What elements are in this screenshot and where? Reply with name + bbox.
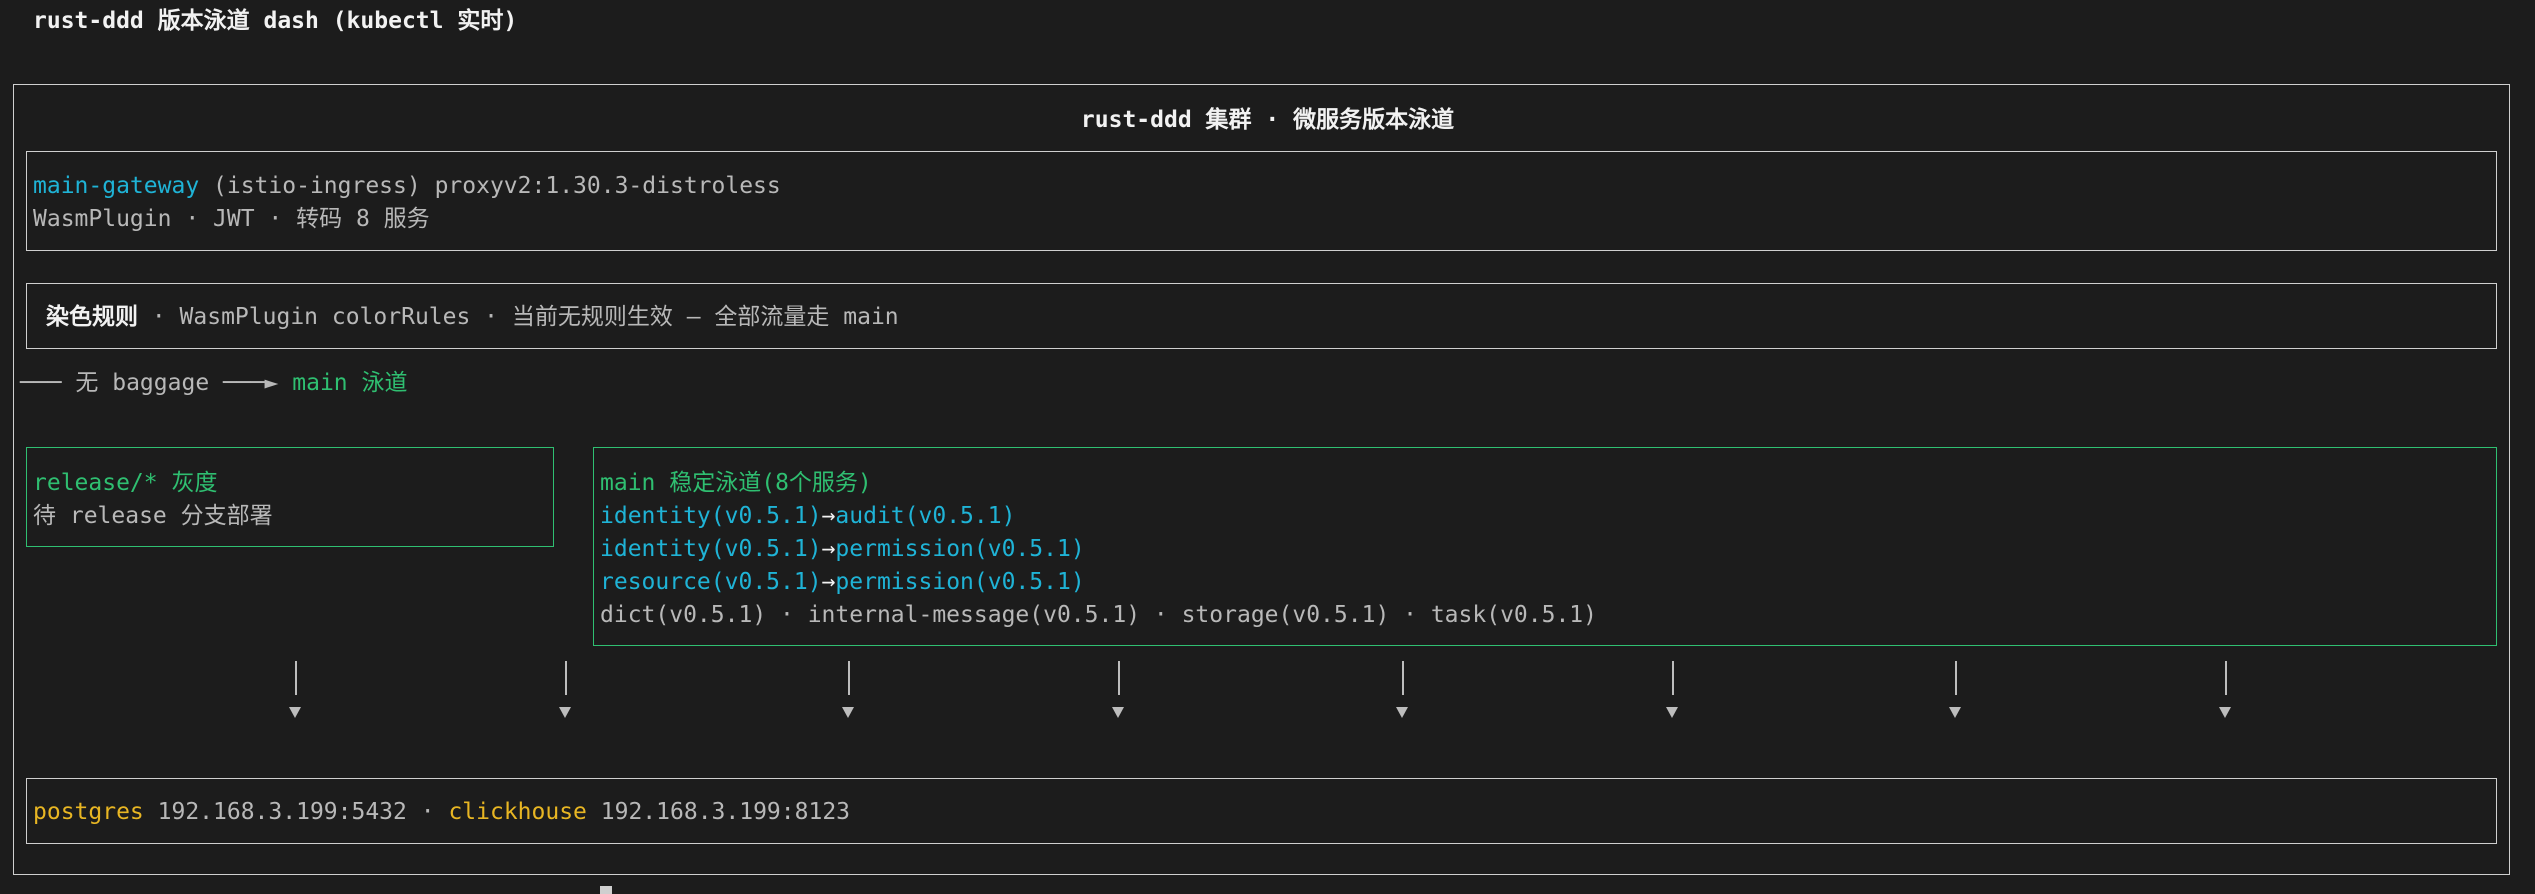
release-lane-status: 待 release 分支部署 — [33, 503, 273, 529]
down-arrow-icon — [1393, 661, 1413, 721]
route-prefix: ─── 无 baggage ───► — [20, 370, 279, 396]
route-target: main 泳道 — [278, 370, 408, 396]
down-arrow-icon — [839, 661, 859, 721]
coloring-rules-text: · WasmPlugin colorRules · 当前无规则生效 — 全部流量… — [138, 304, 899, 330]
service-from: identity(v0.5.1) — [600, 536, 822, 562]
chain-arrow: → — [821, 569, 836, 595]
release-lane-title: release/* 灰度 — [33, 470, 218, 496]
down-arrow-icon — [1946, 661, 1966, 721]
service-to: permission(v0.5.1) — [835, 569, 1085, 595]
down-arrow-icon — [2216, 661, 2236, 721]
service-chain: identity(v0.5.1)→permission(v0.5.1) — [600, 533, 1085, 566]
terminal-cursor — [600, 886, 612, 894]
service-from: identity(v0.5.1) — [600, 503, 822, 529]
down-arrow-icon — [556, 661, 576, 721]
clickhouse-address: 192.168.3.199:8123 — [586, 799, 851, 825]
gateway-name: main-gateway — [33, 173, 200, 199]
clickhouse-name: clickhouse — [448, 799, 587, 825]
cluster-title: rust-ddd 集群 · 微服务版本泳道 — [1080, 107, 1455, 133]
service-chain: resource(v0.5.1)→permission(v0.5.1) — [600, 566, 1085, 599]
coloring-rules-label: 染色规则 — [46, 304, 138, 330]
coloring-rules-line: 染色规则 · WasmPlugin colorRules · 当前无规则生效 —… — [46, 301, 899, 334]
gateway-detail: (istio-ingress) proxyv2:1.30.3-distroles… — [199, 173, 781, 199]
window-title: rust-ddd 版本泳道 dash (kubectl 实时) — [33, 8, 518, 34]
main-lane-title: main 稳定泳道(8个服务) — [600, 470, 872, 496]
down-arrow-icon — [1663, 661, 1683, 721]
service-chain: identity(v0.5.1)→audit(v0.5.1) — [600, 500, 1015, 533]
chain-arrow: → — [821, 503, 836, 529]
route-line: ─── 无 baggage ───► main 泳道 — [20, 367, 408, 400]
datastore-separator: · — [406, 799, 449, 825]
service-from: resource(v0.5.1) — [600, 569, 822, 595]
chain-arrow: → — [821, 536, 836, 562]
postgres-name: postgres — [33, 799, 144, 825]
datastore-line: postgres 192.168.3.199:5432 · clickhouse… — [33, 796, 850, 829]
postgres-address: 192.168.3.199:5432 — [143, 799, 407, 825]
gateway-line-1: main-gateway (istio-ingress) proxyv2:1.3… — [33, 170, 781, 203]
other-services: dict(v0.5.1) · internal-message(v0.5.1) … — [600, 602, 1597, 628]
service-to: audit(v0.5.1) — [835, 503, 1016, 529]
gateway-line-2: WasmPlugin · JWT · 转码 8 服务 — [33, 206, 430, 232]
service-to: permission(v0.5.1) — [835, 536, 1085, 562]
down-arrow-icon — [286, 661, 306, 721]
down-arrow-icon — [1109, 661, 1129, 721]
